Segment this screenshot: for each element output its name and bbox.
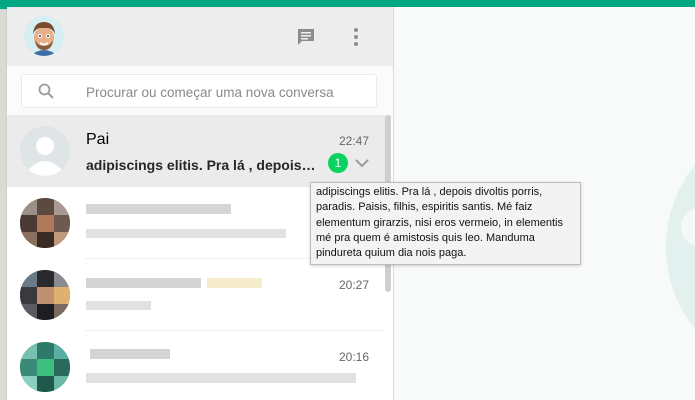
blurred-preview [86,301,151,310]
blurred-emoji [207,278,262,288]
blurred-avatar [20,198,70,248]
profile-emoji-icon [24,16,64,56]
avatar[interactable] [24,16,64,56]
blurred-preview [86,373,356,383]
chat-item[interactable]: 20:16 [7,331,385,400]
blurred-avatar [20,342,70,392]
blurred-name [86,278,201,288]
menu-icon[interactable] [344,25,368,49]
blurred-preview [86,229,286,238]
chat-preview: adipiscings elitis. Pra lá , depois divo… [86,157,318,173]
search-input[interactable] [84,81,368,103]
search-bar [7,66,393,116]
intro-illustration [666,117,695,377]
blurred-name [86,204,231,214]
search-box[interactable] [21,74,377,108]
chat-item-pai[interactable]: Pai 22:47 adipiscings elitis. Pra lá , d… [7,115,385,187]
chat-time: 20:27 [338,278,369,292]
chat-time: 22:47 [338,134,369,148]
unread-badge: 1 [328,153,348,173]
search-icon [38,83,54,99]
new-chat-icon[interactable] [294,25,318,49]
chat-time: 20:16 [338,350,369,364]
chat-item[interactable]: 20:27 [7,259,385,331]
sidebar-header [7,7,393,66]
chat-name: Pai [86,131,110,148]
preview-tooltip: adipiscings elitis. Pra lá , depois divo… [310,182,581,266]
default-avatar-icon [20,126,70,176]
blurred-name [90,349,170,359]
chevron-down-icon[interactable] [352,153,372,173]
blurred-avatar [20,270,70,320]
